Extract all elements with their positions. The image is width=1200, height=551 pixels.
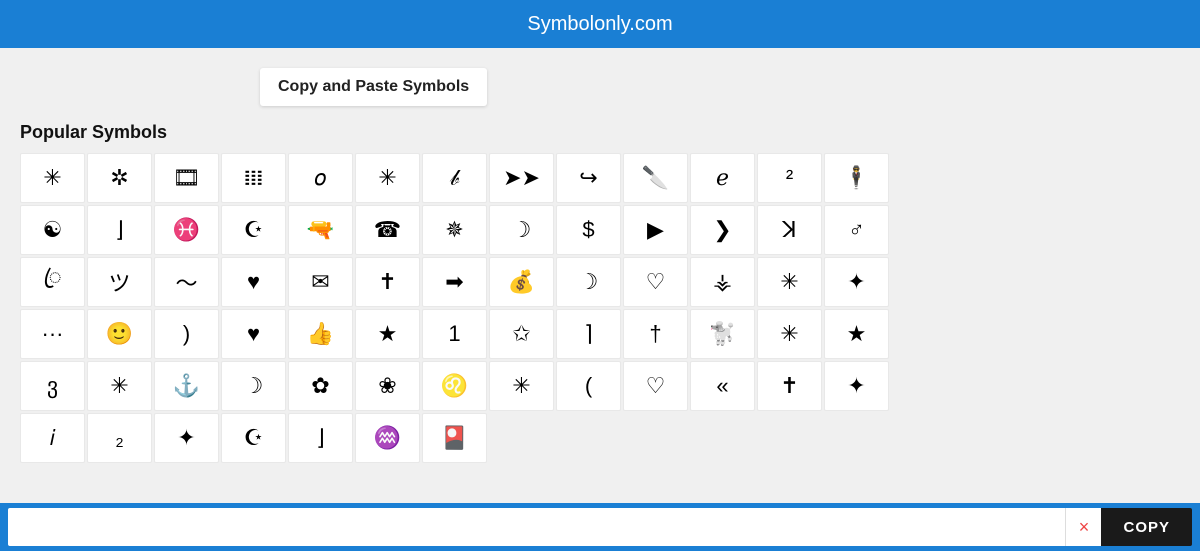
- symbol-cell[interactable]: ვ: [20, 361, 85, 411]
- symbol-cell[interactable]: †: [623, 309, 688, 359]
- symbol-cell[interactable]: ✳: [87, 361, 152, 411]
- symbol-cell[interactable]: «: [690, 361, 755, 411]
- symbol-cell[interactable]: ★: [355, 309, 420, 359]
- symbol-cell[interactable]: ✵: [422, 205, 487, 255]
- symbol-cell[interactable]: ²: [757, 153, 822, 203]
- symbol-cell[interactable]: ⌋: [87, 205, 152, 255]
- symbol-cell[interactable]: ✿: [288, 361, 353, 411]
- symbol-cell[interactable]: ⌋: [288, 413, 353, 463]
- symbol-cell[interactable]: ➤➤: [489, 153, 554, 203]
- symbol-cell[interactable]: ♡: [623, 361, 688, 411]
- symbol-cell[interactable]: 🔫: [288, 205, 353, 255]
- symbol-cell[interactable]: ✳: [355, 153, 420, 203]
- symbol-cell[interactable]: ♥: [221, 309, 286, 359]
- symbol-cell[interactable]: ❯: [690, 205, 755, 255]
- symbol-cell[interactable]: ♡: [623, 257, 688, 307]
- symbol-cell[interactable]: ☽: [221, 361, 286, 411]
- symbol-cell[interactable]: ☽: [489, 205, 554, 255]
- site-header: Symbolonly.com: [0, 0, 1200, 48]
- symbol-cell[interactable]: ▶: [623, 205, 688, 255]
- symbol-cell[interactable]: 🙂: [87, 309, 152, 359]
- symbol-cell[interactable]: (: [556, 361, 621, 411]
- symbol-cell[interactable]: ✳: [489, 361, 554, 411]
- symbol-cell[interactable]: ✦: [824, 257, 889, 307]
- symbol-cell[interactable]: ♥: [221, 257, 286, 307]
- symbol-cell[interactable]: 𝍖: [221, 153, 286, 203]
- symbol-cell[interactable]: 1: [422, 309, 487, 359]
- symbol-cell[interactable]: 🐩: [690, 309, 755, 359]
- symbol-cell[interactable]: ☪: [221, 205, 286, 255]
- symbol-cell[interactable]: $: [556, 205, 621, 255]
- symbol-cell[interactable]: ꦿ: [20, 257, 85, 307]
- site-title: Symbolonly.com: [527, 13, 672, 36]
- symbol-cell[interactable]: ₂: [87, 413, 152, 463]
- symbol-cell[interactable]: ℯ: [690, 153, 755, 203]
- symbol-cell[interactable]: ☯: [20, 205, 85, 255]
- symbol-cell[interactable]: 𝑖: [20, 413, 85, 463]
- clear-button[interactable]: ×: [1065, 508, 1101, 546]
- symbol-cell[interactable]: 〜: [154, 257, 219, 307]
- symbol-cell[interactable]: ★: [824, 309, 889, 359]
- breadcrumb: Copy and Paste Symbols: [260, 68, 487, 106]
- main-content: Copy and Paste Symbols Popular Symbols ✳…: [0, 48, 1200, 473]
- copy-input[interactable]: [8, 508, 1065, 546]
- symbol-cell[interactable]: ✩: [489, 309, 554, 359]
- symbol-cell[interactable]: ···: [20, 309, 85, 359]
- symbol-cell[interactable]: 𝑜: [288, 153, 353, 203]
- symbol-cell[interactable]: 🎴: [422, 413, 487, 463]
- symbol-cell[interactable]: ⚓: [154, 361, 219, 411]
- symbol-cell[interactable]: ✝: [355, 257, 420, 307]
- symbol-cell[interactable]: ): [154, 309, 219, 359]
- symbol-cell[interactable]: ✦: [824, 361, 889, 411]
- symbol-cell[interactable]: ♂: [824, 205, 889, 255]
- symbol-cell[interactable]: ✳: [20, 153, 85, 203]
- symbol-cell[interactable]: ⚶: [690, 257, 755, 307]
- breadcrumb-label: Copy and Paste Symbols: [278, 78, 469, 95]
- symbol-cell[interactable]: ✦: [154, 413, 219, 463]
- symbol-cell[interactable]: 🔪: [623, 153, 688, 203]
- symbol-cell[interactable]: ✳: [757, 309, 822, 359]
- symbol-cell[interactable]: ꓘ: [757, 205, 822, 255]
- symbol-cell[interactable]: ☪: [221, 413, 286, 463]
- symbol-cell[interactable]: ⌉: [556, 309, 621, 359]
- symbol-cell[interactable]: ♒: [355, 413, 420, 463]
- symbol-cell[interactable]: ❀: [355, 361, 420, 411]
- symbols-grid: ✳✲🎞𝍖𝑜✳𝒷➤➤↪🔪ℯ²🕴☯⌋♓☪🔫☎✵☽$▶❯ꓘ♂ꦿツ〜♥✉✝➡💰☽♡⚶✳✦…: [20, 153, 1180, 463]
- symbol-cell[interactable]: 🎞: [154, 153, 219, 203]
- symbol-cell[interactable]: ➡: [422, 257, 487, 307]
- copy-button[interactable]: COPY: [1101, 508, 1192, 546]
- symbol-cell[interactable]: 👍: [288, 309, 353, 359]
- symbol-cell[interactable]: 🕴: [824, 153, 889, 203]
- bottom-bar: × COPY: [0, 503, 1200, 551]
- symbol-cell[interactable]: ↪: [556, 153, 621, 203]
- symbol-cell[interactable]: ✲: [87, 153, 152, 203]
- symbol-cell[interactable]: ☽: [556, 257, 621, 307]
- symbol-cell[interactable]: ✝: [757, 361, 822, 411]
- section-title: Popular Symbols: [20, 122, 1180, 143]
- symbol-cell[interactable]: ツ: [87, 257, 152, 307]
- symbol-cell[interactable]: ✉: [288, 257, 353, 307]
- symbol-cell[interactable]: ☎: [355, 205, 420, 255]
- symbol-cell[interactable]: ♌: [422, 361, 487, 411]
- symbol-cell[interactable]: ✳: [757, 257, 822, 307]
- symbol-cell[interactable]: ♓: [154, 205, 219, 255]
- symbol-cell[interactable]: 𝒷: [422, 153, 487, 203]
- symbol-cell[interactable]: 💰: [489, 257, 554, 307]
